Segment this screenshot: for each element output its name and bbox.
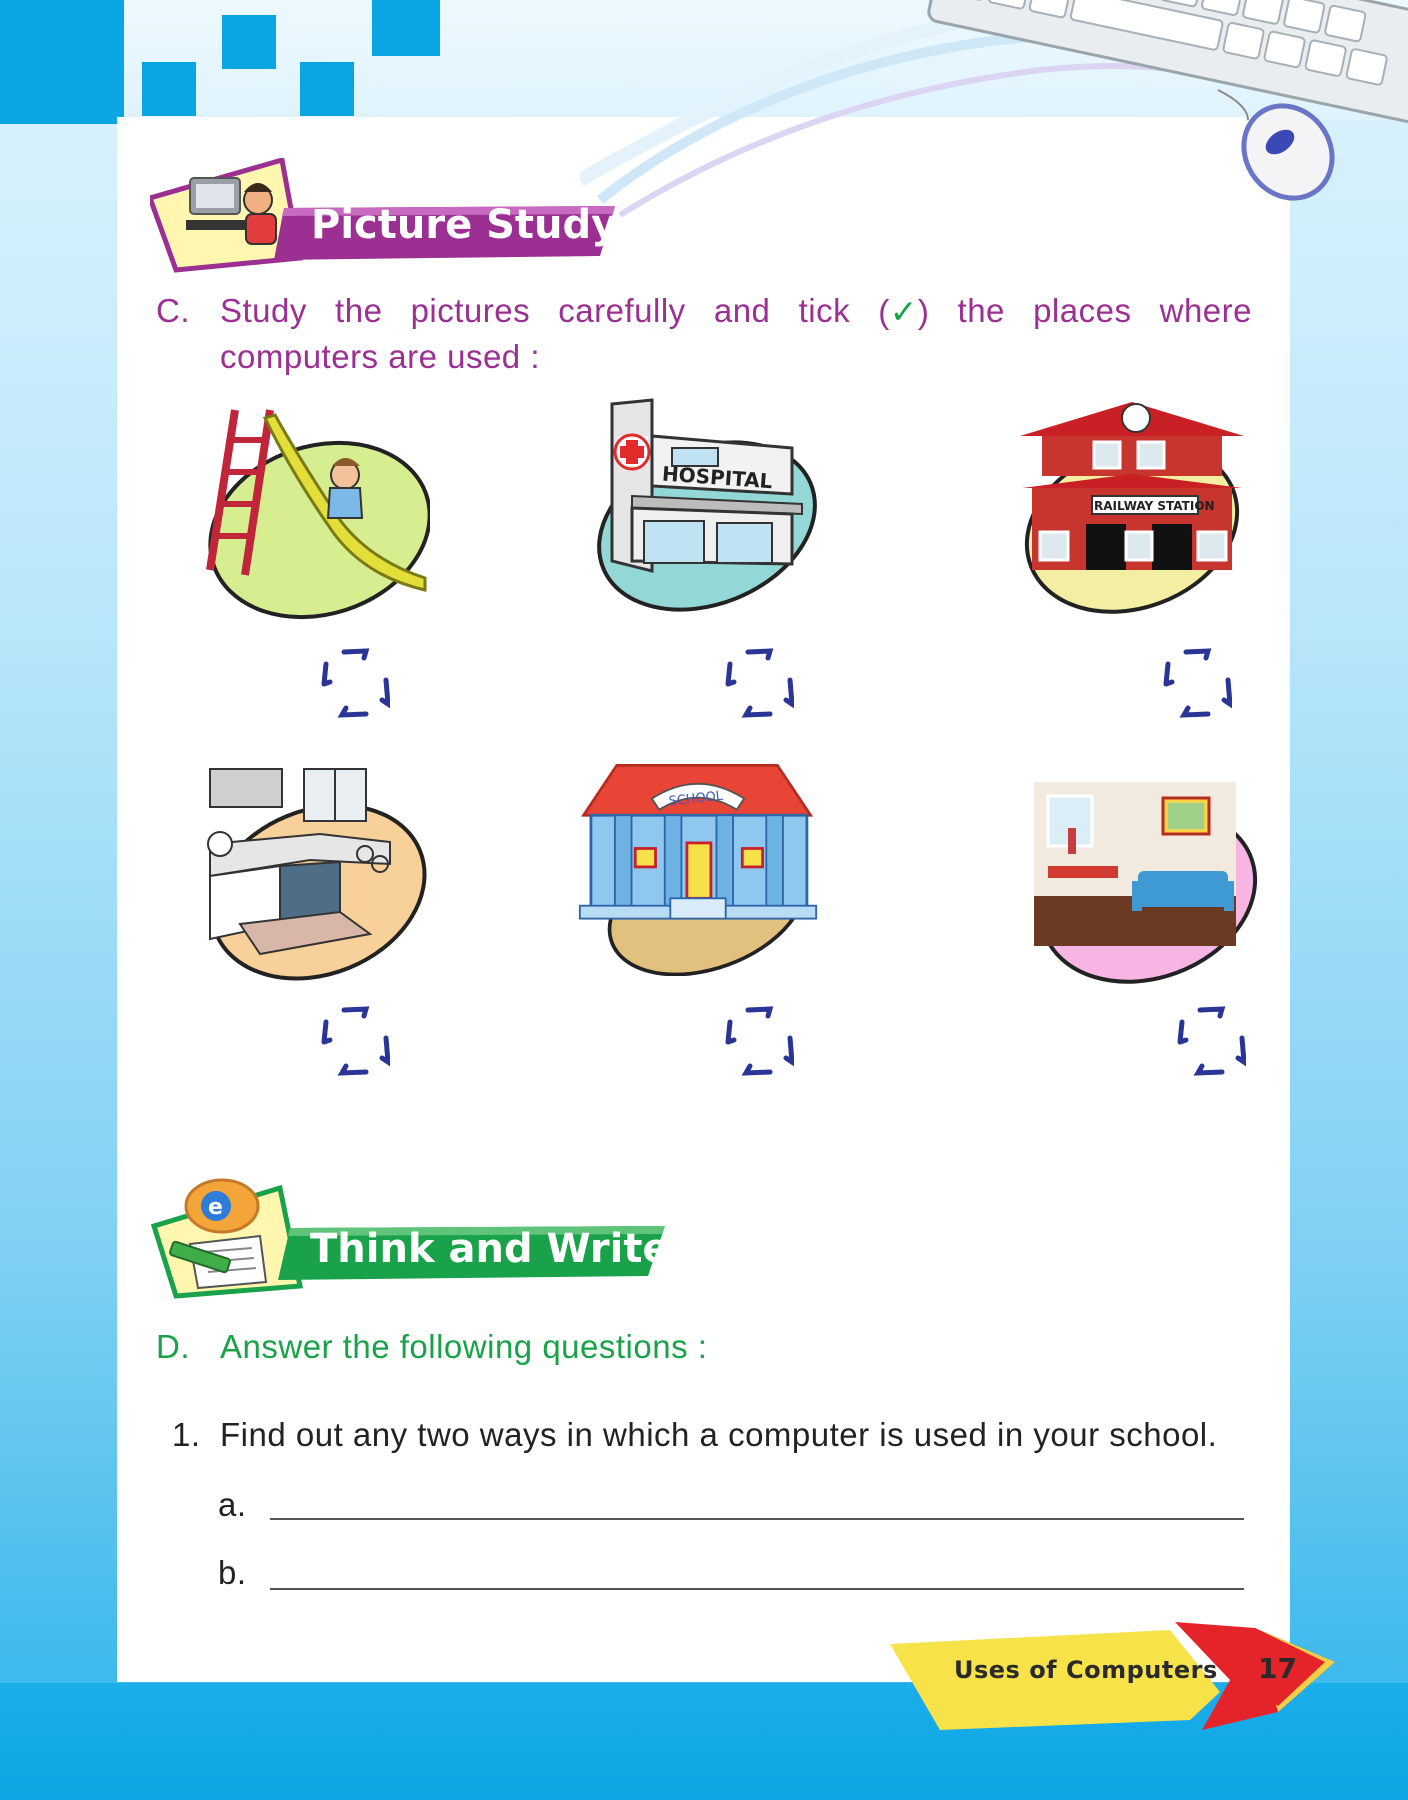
footer-chapter-title: Uses of Computers bbox=[954, 1656, 1218, 1684]
question-d-text: Answer the following questions : bbox=[220, 1328, 708, 1365]
tick-box[interactable] bbox=[1162, 648, 1232, 718]
question-number-1: 1. bbox=[172, 1416, 201, 1453]
section-title-think-and-write: Think and Write bbox=[310, 1226, 670, 1272]
tick-box[interactable] bbox=[724, 648, 794, 718]
school-icon: SCHOOL bbox=[578, 764, 818, 976]
kitchen-icon bbox=[207, 768, 427, 981]
decor-square bbox=[372, 0, 440, 56]
question-letter-c: C. bbox=[156, 292, 190, 329]
answer-label-b: b. bbox=[218, 1554, 247, 1591]
hospital-icon: HOSPITAL bbox=[597, 398, 817, 612]
answer-label-a: a. bbox=[218, 1486, 247, 1523]
question-c-tick: (✓) bbox=[878, 293, 930, 330]
corner-block bbox=[0, 0, 124, 124]
railway-station-sign: RAILWAY STATION bbox=[1094, 499, 1215, 513]
playground-slide-icon bbox=[206, 409, 430, 620]
question-c-line1: Study the pictures carefully and tick (✓) the pl… bbox=[220, 292, 1252, 331]
tick-box[interactable] bbox=[320, 1006, 390, 1076]
answer-line-b[interactable] bbox=[270, 1588, 1244, 1590]
section-title-picture-study: Picture Study bbox=[311, 202, 618, 248]
keyboard-mouse-icon bbox=[927, 0, 1408, 201]
question-c-word: the bbox=[335, 292, 383, 329]
question-c-word: Study bbox=[220, 292, 307, 329]
question-letter-d: D. bbox=[156, 1328, 190, 1365]
question-c-word: and bbox=[713, 292, 771, 329]
railway-station-icon: RAILWAY STATION bbox=[1020, 402, 1244, 614]
living-room-icon bbox=[1034, 782, 1258, 984]
page-number: 17 bbox=[1258, 1652, 1297, 1685]
question-c-word: pictures bbox=[410, 292, 531, 329]
question-1-text: Find out any two ways in which a compute… bbox=[220, 1416, 1218, 1453]
answer-line-a[interactable] bbox=[270, 1518, 1244, 1520]
question-c-word: carefully bbox=[558, 292, 686, 329]
tick-box[interactable] bbox=[1176, 1006, 1246, 1076]
question-c-word: places bbox=[1033, 292, 1132, 329]
tick-symbol: ✓ bbox=[889, 293, 918, 330]
question-c-word: where bbox=[1159, 292, 1252, 329]
svg-text:e: e bbox=[208, 1195, 223, 1220]
decor-square bbox=[142, 62, 196, 116]
decor-square bbox=[222, 15, 276, 69]
tick-box[interactable] bbox=[320, 648, 390, 718]
decor-square bbox=[300, 62, 354, 116]
question-c-line2: computers are used : bbox=[220, 338, 540, 375]
question-c-word: tick bbox=[798, 292, 851, 329]
question-c-word: the bbox=[957, 292, 1005, 329]
tick-box[interactable] bbox=[724, 1006, 794, 1076]
